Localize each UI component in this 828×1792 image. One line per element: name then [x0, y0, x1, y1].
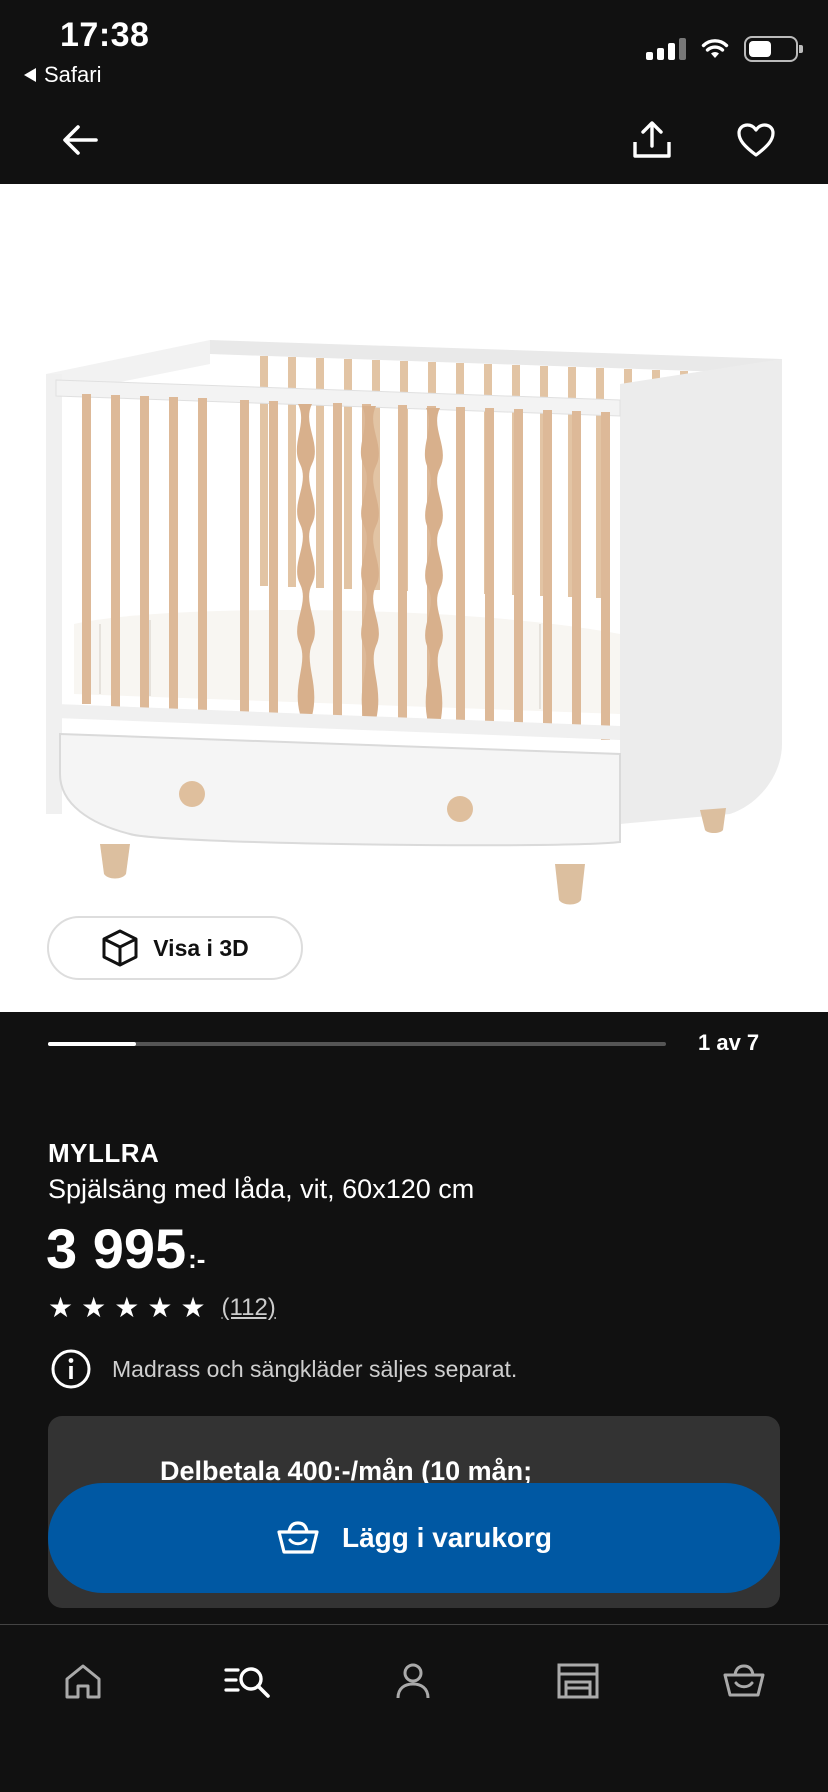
product-image-gallery[interactable]: Visa i 3D [0, 184, 828, 1012]
system-icons [646, 36, 803, 62]
product-rating[interactable]: ★ ★ ★ ★ ★ (112) [48, 1294, 276, 1322]
review-count-link[interactable]: (112) [222, 1294, 276, 1322]
basket-icon [723, 1664, 765, 1697]
star-icon: ★ [114, 1292, 140, 1323]
star-icon: ★ [147, 1292, 173, 1323]
share-icon [633, 121, 671, 158]
tab-search[interactable] [218, 1651, 278, 1711]
notice-text: Madrass och sängkläder säljes separat. [112, 1355, 518, 1382]
star-icon: ★ [48, 1292, 74, 1323]
share-button[interactable] [626, 114, 678, 166]
product-description: Spjälsäng med låda, vit, 60x120 cm [48, 1174, 475, 1204]
view-in-3d-label: Visa i 3D [153, 934, 249, 961]
home-icon [65, 1664, 101, 1699]
back-triangle-icon [24, 68, 36, 82]
product-brand: MYLLRA [48, 1138, 160, 1168]
arrow-left-icon [63, 125, 98, 155]
product-notice: Madrass och sängkläder säljes separat. [50, 1348, 517, 1390]
tab-cart[interactable] [714, 1651, 774, 1711]
search-list-icon [224, 1667, 270, 1698]
product-header [0, 96, 828, 184]
bottom-tab-bar [0, 1624, 828, 1792]
tab-home[interactable] [53, 1651, 113, 1711]
info-icon [51, 1349, 91, 1389]
tab-stores[interactable] [548, 1651, 608, 1711]
status-bar: 17:38 Safari [0, 0, 828, 96]
heart-icon [737, 123, 775, 157]
store-icon [557, 1663, 599, 1699]
back-app-label: Safari [44, 62, 102, 87]
favorite-button[interactable] [730, 114, 782, 166]
product-image-crib [46, 340, 782, 905]
profile-icon [396, 1663, 430, 1699]
view-in-3d-button[interactable]: Visa i 3D [47, 916, 303, 980]
back-button[interactable] [54, 114, 106, 166]
basket-icon [277, 1521, 319, 1554]
price-suffix: :- [188, 1244, 206, 1274]
image-counter: 1 av 7 [698, 1030, 760, 1055]
battery-icon [744, 36, 803, 62]
back-to-app-link[interactable]: Safari [24, 62, 101, 88]
cellular-signal-icon [646, 38, 686, 60]
status-time: 17:38 [60, 16, 150, 54]
pager-progress-fill [48, 1042, 137, 1046]
image-pager-progress [48, 1042, 666, 1046]
star-icon: ★ [81, 1292, 107, 1323]
add-to-cart-label: Lägg i varukorg [341, 1522, 553, 1553]
product-price: 3 995 :- [46, 1216, 205, 1281]
wifi-icon [701, 39, 729, 58]
cube-3d-icon [102, 929, 138, 967]
add-to-cart-button[interactable]: Lägg i varukorg [48, 1483, 780, 1593]
price-value: 3 995 [46, 1217, 187, 1280]
star-icon: ★ [180, 1292, 206, 1323]
tab-profile[interactable] [383, 1651, 443, 1711]
